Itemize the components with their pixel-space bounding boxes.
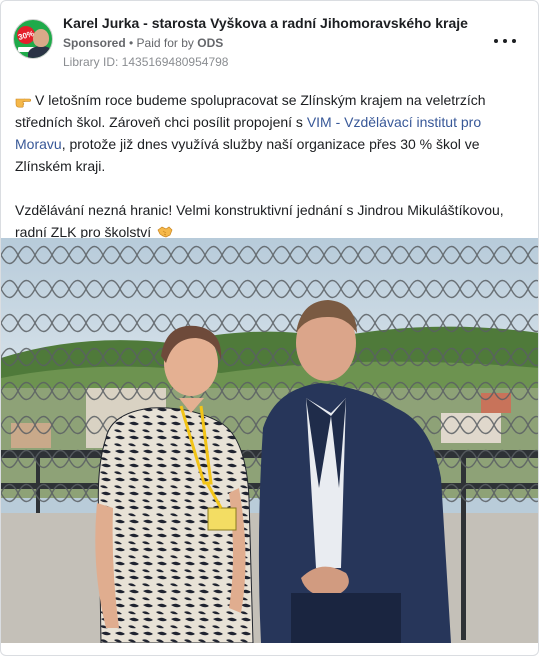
message-paragraph-2: Vzdělávání nezná hranic! Velmi konstrukt… [15, 199, 525, 243]
more-dot [503, 39, 507, 43]
message-text-2: Vzdělávání nezná hranic! Velmi konstrukt… [15, 202, 504, 240]
sponsored-label: Sponsored [63, 36, 126, 50]
more-dot [494, 39, 498, 43]
page-avatar[interactable]: 30% [13, 19, 53, 59]
page-name-link[interactable]: Karel Jurka - starosta Vyškova a radní J… [63, 15, 468, 31]
avatar-face [33, 29, 49, 47]
paid-for-prefix: Paid for by [136, 36, 198, 50]
photo-illustration [1, 238, 538, 643]
library-id: Library ID: 1435169480954798 [63, 55, 229, 69]
sponsored-line: Sponsored • Paid for by ODS [63, 36, 223, 50]
paid-for-by-link[interactable]: ODS [197, 36, 223, 50]
more-options-icon[interactable] [494, 33, 516, 49]
pointing-hand-emoji [15, 98, 31, 108]
message-paragraph-1: V letošním roce budeme spolupracovat se … [15, 89, 525, 177]
message-text-1b: , protože již dnes využívá služby naší o… [15, 136, 480, 174]
ad-post-card: 30% Karel Jurka - starosta Vyškova a rad… [0, 0, 539, 656]
avatar-torso [28, 46, 52, 58]
post-header: 30% Karel Jurka - starosta Vyškova a rad… [13, 13, 526, 73]
meta-separator: • [125, 36, 137, 50]
post-photo[interactable] [1, 238, 538, 643]
more-dot [512, 39, 516, 43]
